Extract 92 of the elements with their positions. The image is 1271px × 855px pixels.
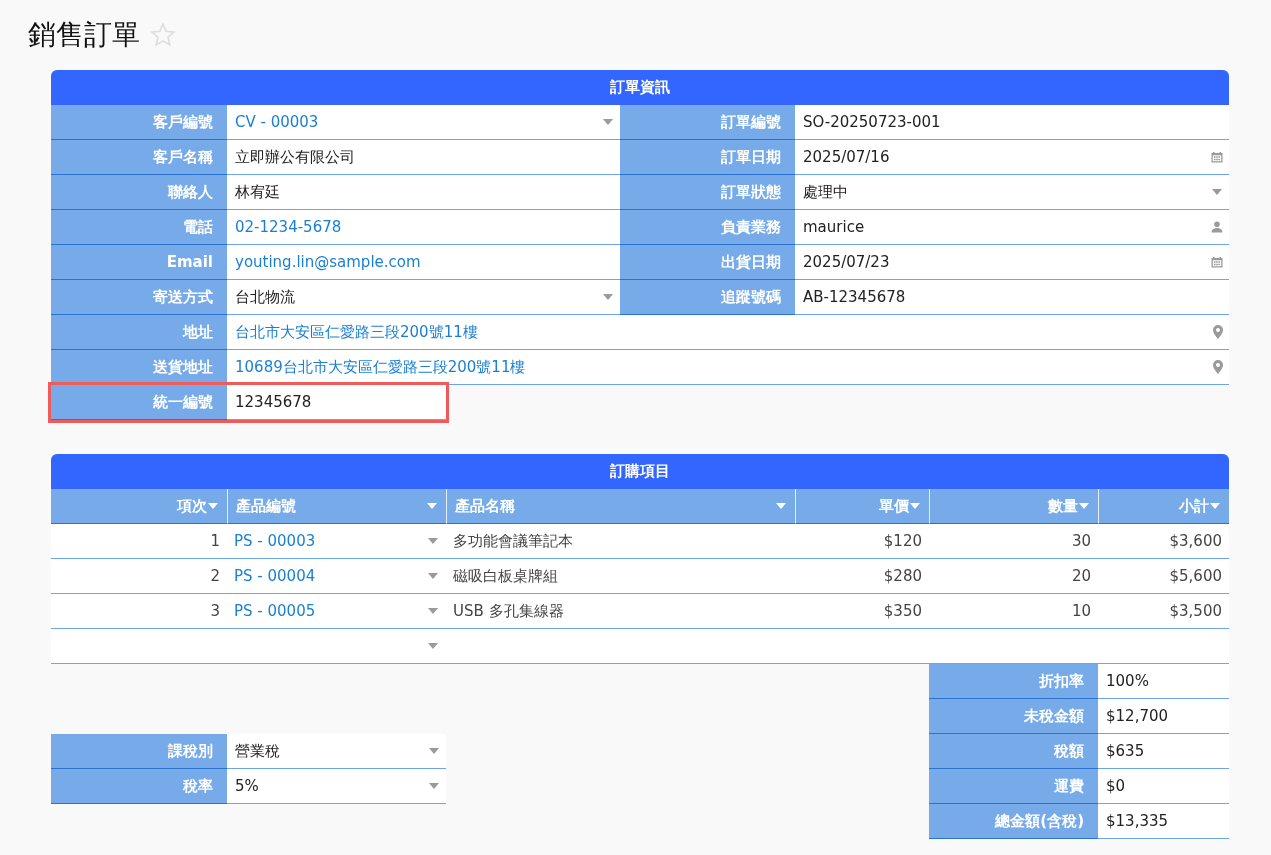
input-field[interactable]: 12345678: [227, 385, 446, 420]
section-header: 訂單資訊: [51, 70, 1229, 105]
table-cell: 2: [51, 559, 227, 594]
location-pin-icon: [1213, 360, 1223, 374]
caret-icon[interactable]: [427, 642, 439, 650]
caret-icon[interactable]: [775, 502, 787, 510]
caret-icon[interactable]: [426, 502, 438, 510]
column-header[interactable]: 數量: [929, 489, 1098, 524]
input-field[interactable]: 2025/07/23: [795, 245, 1229, 280]
select-field[interactable]: PS - 00004: [227, 559, 446, 594]
field-label: 負責業務: [620, 210, 795, 245]
empty-table-row[interactable]: [51, 629, 1229, 664]
caret-icon[interactable]: [1078, 502, 1090, 510]
table-cell: 多功能會議筆記本: [446, 524, 795, 559]
value-text: $635: [1098, 734, 1229, 769]
input-field[interactable]: 5%: [227, 769, 446, 804]
value-text: 100%: [1098, 664, 1229, 699]
input-field[interactable]: maurice: [795, 210, 1229, 245]
column-header[interactable]: 產品編號: [227, 489, 446, 524]
field-label: 訂單編號: [620, 105, 795, 140]
field-label: 總金額(含稅): [929, 804, 1098, 839]
page-title: 銷售訂單: [28, 17, 140, 53]
field-label: 地址: [51, 315, 227, 350]
input-field[interactable]: CV - 00003: [227, 105, 620, 140]
input-field[interactable]: 處理中: [795, 175, 1229, 210]
caret-icon[interactable]: [207, 502, 219, 510]
field-label: 出貨日期: [620, 245, 795, 280]
input-field[interactable]: AB-12345678: [795, 280, 1229, 315]
input-field[interactable]: 林宥廷: [227, 175, 620, 210]
table-cell: 1: [51, 524, 227, 559]
location-pin-icon: [1213, 325, 1223, 339]
table-cell: USB 多孔集線器: [446, 594, 795, 629]
select-field[interactable]: PS - 00005: [227, 594, 446, 629]
field-label: 電話: [51, 210, 227, 245]
table-cell: $3,600: [1098, 524, 1229, 559]
field-label: 寄送方式: [51, 280, 227, 315]
field-label: Email: [51, 245, 227, 280]
table-cell: $280: [795, 559, 929, 594]
section-header: 訂購項目: [51, 454, 1229, 489]
caret-icon[interactable]: [428, 747, 440, 755]
table-cell: 磁吸白板桌牌組: [446, 559, 795, 594]
table-cell: 20: [929, 559, 1098, 594]
field-label: 客戶名稱: [51, 140, 227, 175]
value-text: $12,700: [1098, 699, 1229, 734]
field-label: 統一編號: [51, 385, 227, 420]
select-field[interactable]: PS - 00003: [227, 524, 446, 559]
column-header[interactable]: 小計: [1098, 489, 1229, 524]
caret-icon[interactable]: [427, 572, 439, 580]
field-label: 未稅金額: [929, 699, 1098, 734]
input-field[interactable]: 台北市大安區仁愛路三段200號11樓: [227, 315, 1229, 350]
table-cell: 30: [929, 524, 1098, 559]
caret-icon[interactable]: [602, 293, 614, 301]
field-label: 訂單日期: [620, 140, 795, 175]
input-field[interactable]: 10689台北市大安區仁愛路三段200號11樓: [227, 350, 1229, 385]
caret-icon[interactable]: [1211, 188, 1223, 196]
input-field[interactable]: youting.lin@sample.com: [227, 245, 620, 280]
column-header[interactable]: 單價: [795, 489, 929, 524]
caret-icon[interactable]: [1209, 502, 1221, 510]
value-text: $13,335: [1098, 804, 1229, 839]
star-icon[interactable]: [150, 22, 176, 48]
value-text: $0: [1098, 769, 1229, 804]
user-icon: [1211, 221, 1223, 233]
input-field[interactable]: SO-20250723-001: [795, 105, 1229, 140]
caret-icon[interactable]: [427, 537, 439, 545]
input-field[interactable]: 2025/07/16: [795, 140, 1229, 175]
calendar-icon: [1211, 151, 1223, 163]
column-header[interactable]: 項次: [51, 489, 227, 524]
input-field[interactable]: 營業稅: [227, 734, 446, 769]
table-cell: 10: [929, 594, 1098, 629]
field-label: 聯絡人: [51, 175, 227, 210]
table-cell: $3,500: [1098, 594, 1229, 629]
field-label: 折扣率: [929, 664, 1098, 699]
caret-icon[interactable]: [428, 782, 440, 790]
calendar-icon: [1211, 256, 1223, 268]
table-cell: $5,600: [1098, 559, 1229, 594]
input-field[interactable]: 02-1234-5678: [227, 210, 620, 245]
field-label: 訂單狀態: [620, 175, 795, 210]
table-cell: 3: [51, 594, 227, 629]
field-label: 稅額: [929, 734, 1098, 769]
caret-icon[interactable]: [427, 607, 439, 615]
table-cell: $120: [795, 524, 929, 559]
column-header[interactable]: 產品名稱: [446, 489, 795, 524]
field-label: 客戶編號: [51, 105, 227, 140]
field-label: 追蹤號碼: [620, 280, 795, 315]
input-field[interactable]: 立即辦公有限公司: [227, 140, 620, 175]
caret-icon[interactable]: [602, 118, 614, 126]
input-field[interactable]: 台北物流: [227, 280, 620, 315]
caret-icon[interactable]: [909, 502, 921, 510]
table-cell: $350: [795, 594, 929, 629]
field-label: 運費: [929, 769, 1098, 804]
field-label: 課稅別: [51, 734, 227, 769]
field-label: 稅率: [51, 769, 227, 804]
